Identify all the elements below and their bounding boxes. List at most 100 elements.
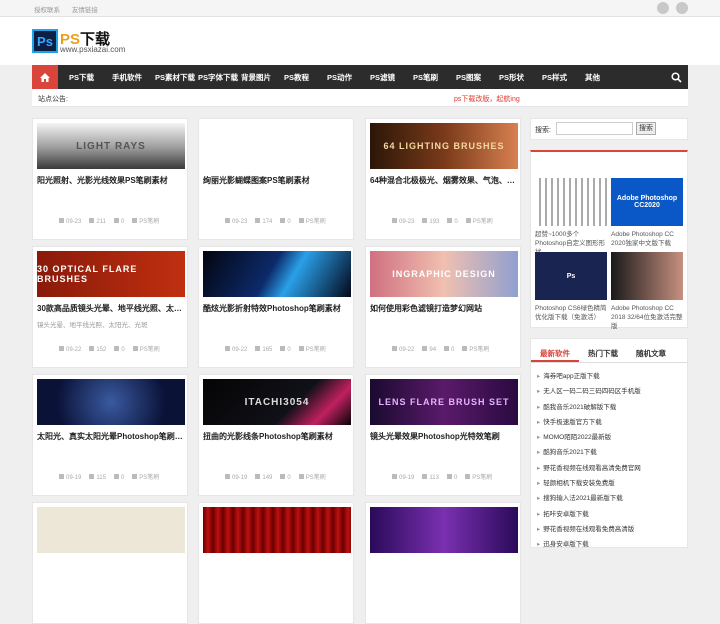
post-thumbnail[interactable] [203, 123, 351, 169]
search-button[interactable]: 搜索 [636, 122, 656, 135]
category-meta: PS笔刷 [298, 346, 326, 353]
featured-caption[interactable]: Adobe Photoshop CC 2018 32/64位免激活完整版 [611, 304, 683, 331]
nav-item-other[interactable]: 其他 [574, 72, 617, 83]
calendar-icon [225, 474, 230, 479]
home-icon[interactable] [32, 65, 58, 89]
tab-random-posts[interactable]: 随机文章 [627, 347, 675, 362]
list-item[interactable]: 海券吧app正版下载 [537, 369, 683, 384]
post-card[interactable] [198, 502, 354, 624]
post-card[interactable]: LENS FLARE BRUSH SET 镜头光晕效果Photoshop光特效笔刷… [365, 374, 521, 496]
tab-hot-downloads[interactable]: 热门下载 [579, 347, 627, 362]
list-item[interactable]: 快手极速版官方下载 [537, 415, 683, 430]
tab-latest-software[interactable]: 最新软件 [531, 347, 579, 362]
notice-bar: 站点公告: ps下载改版，起航ing [32, 89, 688, 107]
post-thumbnail[interactable]: LIGHT RAYS [37, 123, 185, 169]
comments-meta: 0 [446, 474, 457, 481]
post-thumbnail[interactable] [37, 379, 185, 425]
post-thumbnail[interactable]: 64 LIGHTING BRUSHES [370, 123, 518, 169]
nav-item-shape[interactable]: PS形状 [488, 72, 531, 83]
post-title[interactable]: 酷炫光影折射特效Photoshop笔刷素材 [203, 303, 351, 314]
views-meta: 152 [89, 346, 106, 353]
nav-item-mobile[interactable]: 手机软件 [101, 72, 144, 83]
post-card[interactable] [365, 502, 521, 624]
location-icon[interactable] [657, 2, 669, 14]
post-title[interactable]: 阳光照射、光影光线效果PS笔刷素材 [37, 175, 185, 186]
post-card[interactable]: 太阳光、真实太阳光晕Photoshop笔刷… 09-19 115 0 PS笔刷 [32, 374, 188, 496]
featured-thumbnail[interactable] [611, 252, 683, 300]
calendar-icon [59, 346, 64, 351]
featured-caption[interactable]: Adobe Photoshop CC 2020独家中文版下载 [611, 230, 683, 248]
featured-thumbnail[interactable]: Ps [535, 252, 607, 300]
post-card[interactable]: 酷炫光影折射特效Photoshop笔刷素材 09-22 165 0 PS笔刷 [198, 246, 354, 368]
featured-thumb-text: Ps [566, 272, 576, 280]
post-title[interactable]: 太阳光、真实太阳光晕Photoshop笔刷… [37, 431, 185, 442]
featured-thumbnail[interactable]: Adobe Photoshop CC2020 [611, 178, 683, 226]
views-meta: 211 [89, 218, 106, 225]
comments-meta: 0 [280, 346, 291, 353]
post-title[interactable]: 64种混合北极极光、烟雾效果、气泡、… [370, 175, 518, 186]
post-thumbnail[interactable] [203, 507, 351, 553]
nav-item-style[interactable]: PS样式 [531, 72, 574, 83]
views-meta: 193 [422, 218, 439, 225]
list-item[interactable]: 搜狗输入法2021最新版下载 [537, 491, 683, 506]
post-thumbnail[interactable]: LENS FLARE BRUSH SET [370, 379, 518, 425]
post-card[interactable]: 绚丽光影蝴蝶图案PS笔刷素材 09-23 174 0 PS笔刷 [198, 118, 354, 240]
post-title[interactable]: 如何使用彩色滤镜打造梦幻网站 [370, 303, 518, 314]
eye-icon [255, 346, 261, 351]
user-icon[interactable] [676, 2, 688, 14]
post-card[interactable]: ITACHI3054 扭曲的光影线条Photoshop笔刷素材 09-19 149 0 P… [198, 374, 354, 496]
post-meta: 09-19 149 0 PS笔刷 [225, 472, 334, 481]
nav-item-filter[interactable]: PS滤镜 [359, 72, 402, 83]
views-meta: 165 [255, 346, 272, 353]
search-icon[interactable] [664, 65, 688, 89]
post-thumbnail[interactable]: 30 OPTICAL FLARE BRUSHES [37, 251, 185, 297]
main-nav: PS下载 手机软件 PS素材下载 PS字体下载 背景图片 PS教程 PS动作 P… [32, 65, 688, 89]
comments-meta: 0 [280, 474, 291, 481]
nav-item-background[interactable]: 背景图片 [230, 72, 273, 83]
nav-item-pattern[interactable]: PS图案 [445, 72, 488, 83]
logo-icon[interactable]: Ps [32, 29, 58, 53]
category-meta: PS笔刷 [465, 218, 493, 225]
notice-text[interactable]: ps下载改版，起航ing [454, 94, 520, 104]
nav-item-brush[interactable]: PS笔刷 [402, 72, 445, 83]
list-item[interactable]: 野花香视频在线观看免费高清版 [537, 522, 683, 537]
sidebar-search: 搜索: 搜索 [530, 118, 688, 140]
top-link-contact[interactable]: 授权联系 [34, 7, 60, 14]
comments-meta: 0 [113, 474, 124, 481]
nav-item-font[interactable]: PS字体下载 [187, 72, 238, 83]
post-thumbnail[interactable]: ITACHI3054 [203, 379, 351, 425]
featured-caption[interactable]: Photoshop CS6绿色精简优化版下载（免激活） [535, 304, 607, 322]
post-card[interactable]: INGRAPHIC DESIGN 如何使用彩色滤镜打造梦幻网站 09-22 94 0 PS… [365, 246, 521, 368]
nav-item-tutorial[interactable]: PS教程 [273, 72, 316, 83]
search-input[interactable] [556, 122, 633, 135]
list-item[interactable]: 拓咔安卓版下载 [537, 507, 683, 522]
nav-item-ps-download[interactable]: PS下载 [58, 72, 101, 83]
post-card[interactable]: 64 LIGHTING BRUSHES 64种混合北极极光、烟雾效果、气泡、… 09… [365, 118, 521, 240]
post-title[interactable]: 绚丽光影蝴蝶图案PS笔刷素材 [203, 175, 351, 186]
list-item[interactable]: 酷狗音乐2021下载 [537, 445, 683, 460]
list-item[interactable]: 无人区一码二码三码四码区手机版 [537, 384, 683, 399]
list-item[interactable]: MOMO陌陌2022最新版 [537, 430, 683, 445]
post-thumbnail[interactable]: INGRAPHIC DESIGN [370, 251, 518, 297]
views-meta: 115 [89, 474, 106, 481]
calendar-icon [59, 474, 64, 479]
list-item[interactable]: 酷我音乐2021破解版下载 [537, 400, 683, 415]
list-item[interactable]: 野花香视频在线观看高清免费官网 [537, 461, 683, 476]
post-title[interactable]: 镜头光晕效果Photoshop光特效笔刷 [370, 431, 518, 442]
nav-item-material[interactable]: PS素材下载 [144, 72, 195, 83]
top-link-friends[interactable]: 友情链接 [72, 7, 98, 14]
post-title[interactable]: 30款高品质镜头光晕、地平线光照、太… [37, 303, 185, 314]
post-thumbnail[interactable] [203, 251, 351, 297]
post-card[interactable]: 30 OPTICAL FLARE BRUSHES 30款高品质镜头光晕、地平线光照… [32, 246, 188, 368]
post-thumbnail[interactable] [37, 507, 185, 553]
post-thumbnail[interactable] [370, 507, 518, 553]
nav-item-action[interactable]: PS动作 [316, 72, 359, 83]
featured-thumbnail[interactable] [535, 178, 607, 226]
post-title[interactable]: 扭曲的光影线条Photoshop笔刷素材 [203, 431, 351, 442]
post-card[interactable] [32, 502, 188, 624]
comment-icon [114, 346, 120, 351]
date-meta: 09-22 [392, 346, 414, 353]
list-item[interactable]: 轻颜相机下载安装免费版 [537, 476, 683, 491]
post-card[interactable]: LIGHT RAYS 阳光照射、光影光线效果PS笔刷素材 09-23 211 0 PS笔刷 [32, 118, 188, 240]
post-meta: 09-19 115 0 PS笔刷 [59, 472, 167, 481]
